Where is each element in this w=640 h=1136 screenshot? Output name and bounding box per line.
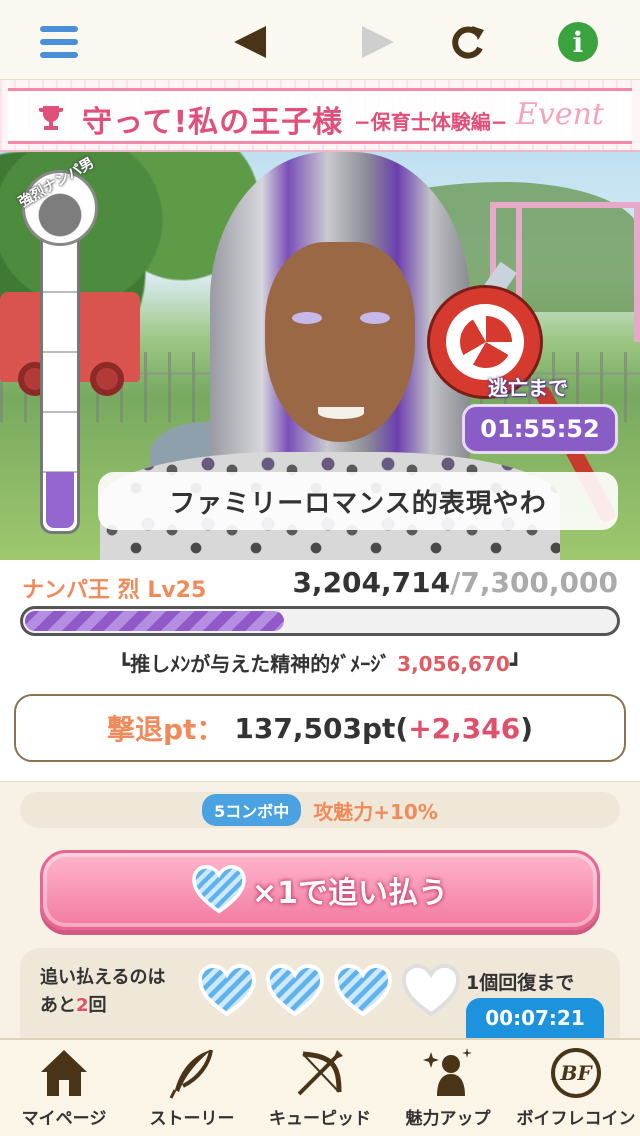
house-icon (41, 1050, 87, 1096)
enemy-hp: 3,204,714/7,300,000 (292, 566, 618, 599)
bow-arrow-icon (297, 1050, 343, 1096)
remaining-suffix: 回 (88, 995, 107, 1016)
nav-item-charm-up[interactable]: 魅力アップ (384, 1040, 512, 1136)
escape-timer: 01:55:52 (462, 404, 618, 454)
enemy-hp-current: 3,204,714 (292, 566, 451, 599)
gauge-tube (40, 228, 80, 534)
info-button[interactable]: i (556, 20, 600, 64)
back-button[interactable] (228, 20, 272, 64)
nav-label: ストーリー (149, 1109, 235, 1129)
recover-timer: 00:07:21 (466, 998, 604, 1038)
affection-gauge: 強烈ナンパ男 (16, 155, 98, 536)
svg-text:BF: BF (559, 1061, 593, 1085)
event-subtitle: −保育士体験編− (354, 110, 508, 134)
heart-filled-icon (198, 964, 256, 1017)
attack-label: ×1で追い払う (251, 876, 448, 911)
damage-suffix: ┛ (509, 652, 522, 676)
character-mouth (318, 407, 364, 419)
damage-value: 3,056,670 (397, 652, 510, 676)
heart-filled-icon (266, 964, 324, 1017)
repel-attack-button[interactable]: ×1で追い払う (40, 850, 600, 930)
heart-filled-icon (334, 964, 392, 1017)
enemy-hp-max: /7,300,000 (450, 566, 618, 599)
event-banner-frame: 守って!私の王子様 −保育士体験編− Event (8, 88, 632, 144)
striped-heart-icon (192, 865, 246, 914)
heart-empty-icon (402, 964, 460, 1017)
top-toolbar: i (0, 0, 640, 80)
nav-label: 魅力アップ (405, 1109, 491, 1129)
repel-points-box: 撃退pt： 137,503pt (+2,346) (14, 694, 626, 762)
nav-item-cupid[interactable]: キューピッド (256, 1040, 384, 1136)
forward-button[interactable] (356, 20, 400, 64)
reload-button[interactable] (446, 20, 490, 64)
info-icon: i (558, 22, 598, 62)
gauge-divider (43, 291, 77, 293)
damage-label: ┗推しﾒﾝが与えた精神的ﾀﾞﾒｰｼﾞ (118, 652, 391, 676)
recover-label: 1個回復まで (466, 972, 575, 994)
nav-label: ボイフレコイン (516, 1109, 636, 1129)
hamburger-menu-icon[interactable] (38, 20, 82, 64)
character-eye (360, 312, 390, 324)
triangle-right-icon (362, 26, 394, 58)
remaining-line2: あと2回 (40, 992, 165, 1020)
nav-label: キューピッド (269, 1109, 371, 1129)
sparkle-person-icon (423, 1048, 472, 1096)
points-close-paren: ) (520, 711, 534, 745)
reload-icon (452, 26, 484, 59)
enemy-status-panel: ナンパ王 烈 Lv25 3,204,714/7,300,000 ┗推しﾒﾝが与え… (0, 560, 640, 782)
damage-dealt: ┗推しﾒﾝが与えた精神的ﾀﾞﾒｰｼﾞ 3,056,670┛ (0, 648, 640, 677)
enemy-hp-bar (20, 606, 620, 636)
event-banner[interactable]: 守って!私の王子様 −保育士体験編− Event (0, 80, 640, 152)
character-eye (292, 312, 322, 324)
points-open-paren: ( (395, 711, 409, 745)
trophy-icon (39, 106, 63, 130)
nav-label: マイページ (21, 1109, 107, 1129)
combo-badge: 5コンボ中 (202, 794, 302, 826)
remaining-attempts-panel: 追い払えるのは あと2回 1個回復まで 00:07:21 (20, 948, 620, 1040)
gauge-divider (43, 411, 77, 413)
escape-timer-label: 逃亡まで (488, 376, 568, 400)
enemy-hp-bar-fill (25, 611, 284, 631)
points-value: 137,503pt (234, 711, 396, 745)
nav-item-story[interactable]: ストーリー (128, 1040, 256, 1136)
points-label: 撃退pt： (106, 713, 225, 746)
nav-item-bf-coin[interactable]: BF ボイフレコイン (512, 1040, 640, 1136)
remaining-count: 2 (76, 995, 89, 1016)
combo-bonus-text: 攻魅力+10% (313, 799, 438, 824)
points-bonus: +2,346 (408, 711, 521, 745)
remaining-text: 追い払えるのは あと2回 (40, 964, 165, 1020)
enemy-name: ナンパ王 烈 Lv25 (22, 578, 207, 603)
event-title: 守って!私の王子様 (82, 105, 344, 140)
bottom-nav: マイページ ストーリー キューピッド 魅力アップ BF ボイフレコイン (0, 1038, 640, 1136)
combo-row: 5コンボ中 攻魅力+10% (20, 792, 620, 828)
gauge-fill (46, 472, 74, 528)
quill-icon (169, 1049, 213, 1099)
remaining-prefix: あと (40, 995, 76, 1016)
event-script-text: Event (516, 97, 604, 132)
triangle-left-icon (234, 26, 266, 58)
remaining-line1: 追い払えるのは (40, 967, 166, 988)
bf-coin-icon: BF (551, 1048, 601, 1098)
nav-item-mypage[interactable]: マイページ (0, 1040, 128, 1136)
speech-bubble: ファミリーロマンス的表現やわ (98, 472, 618, 530)
gauge-divider (43, 351, 77, 353)
heart-stock (198, 964, 460, 1018)
